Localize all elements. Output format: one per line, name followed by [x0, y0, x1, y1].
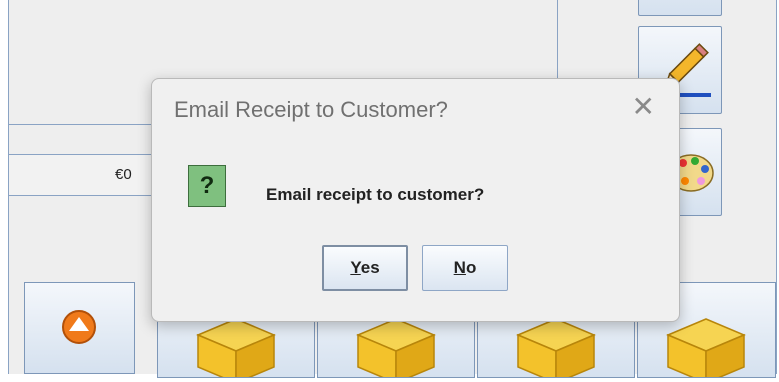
close-icon[interactable]: ✕: [632, 91, 655, 123]
dialog-title: Email Receipt to Customer?: [174, 97, 448, 122]
yes-label: es: [360, 258, 380, 277]
arrow-up-circle-icon: [62, 310, 96, 344]
email-receipt-dialog: Email Receipt to Customer? ✕ ? Email rec…: [151, 78, 680, 322]
no-mnemonic: N: [453, 258, 466, 277]
yes-mnemonic: Y: [350, 258, 361, 277]
total-value: €0: [115, 166, 132, 183]
question-icon: ?: [188, 165, 226, 207]
side-button-top[interactable]: [638, 0, 722, 16]
no-label: o: [465, 258, 477, 277]
no-button[interactable]: No: [422, 245, 508, 291]
scroll-up-button[interactable]: [24, 282, 135, 374]
dialog-message: Email receipt to customer?: [266, 185, 485, 204]
yes-button[interactable]: Yes: [322, 245, 408, 291]
